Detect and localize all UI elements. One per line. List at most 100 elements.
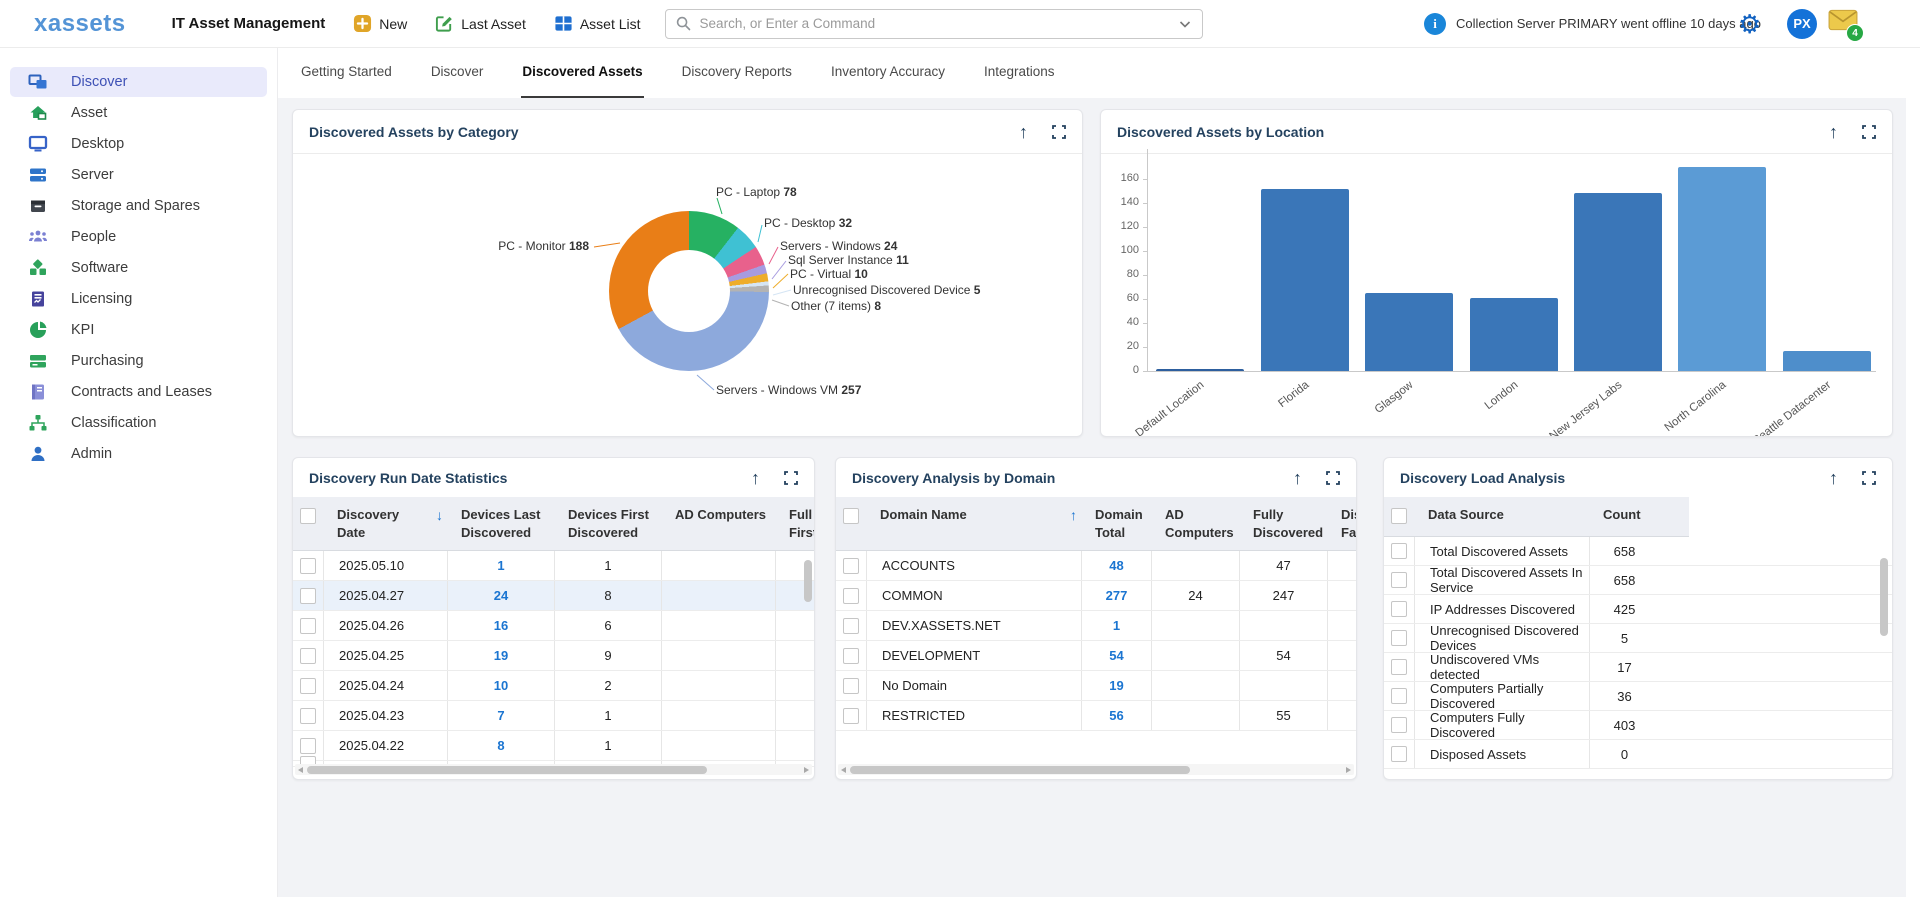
collapse-arrow-icon[interactable]: ↑ bbox=[1829, 123, 1838, 141]
table-row[interactable]: Total Discovered Assets In Service658 bbox=[1384, 566, 1892, 595]
row-checkbox[interactable] bbox=[300, 738, 316, 754]
sidebar-item-admin[interactable]: Admin bbox=[10, 439, 267, 469]
table-row[interactable]: Total Discovered Assets658 bbox=[1384, 537, 1892, 566]
avatar[interactable]: PX bbox=[1787, 9, 1817, 39]
collapse-arrow-icon[interactable]: ↑ bbox=[751, 469, 760, 487]
table-row[interactable]: IP Addresses Discovered425 bbox=[1384, 595, 1892, 624]
collapse-arrow-icon[interactable]: ↑ bbox=[1019, 123, 1028, 141]
row-checkbox[interactable] bbox=[300, 588, 316, 604]
expand-icon[interactable] bbox=[784, 471, 798, 485]
row-checkbox[interactable] bbox=[1391, 630, 1407, 646]
row-checkbox[interactable] bbox=[843, 708, 859, 724]
sidebar-item-desktop[interactable]: Desktop bbox=[10, 129, 267, 159]
table-row[interactable]: 2025.04.2281 bbox=[293, 731, 814, 761]
row-checkbox[interactable] bbox=[1391, 688, 1407, 704]
link-value[interactable]: 7 bbox=[497, 708, 504, 723]
bar-new-jersey-labs[interactable] bbox=[1574, 193, 1662, 371]
sidebar-item-licensing[interactable]: Licensing bbox=[10, 284, 267, 314]
row-checkbox[interactable] bbox=[1391, 746, 1407, 762]
chevron-down-icon[interactable] bbox=[1178, 17, 1192, 31]
bar-glasgow[interactable] bbox=[1365, 293, 1453, 371]
gear-icon[interactable]: ⚙ bbox=[1738, 11, 1761, 37]
link-value[interactable]: 19 bbox=[494, 648, 508, 663]
vertical-scrollbar-thumb[interactable] bbox=[804, 560, 812, 602]
row-checkbox[interactable] bbox=[843, 678, 859, 694]
column-header[interactable]: Domain Total bbox=[1081, 497, 1151, 550]
new-button[interactable]: New bbox=[353, 14, 407, 33]
collapse-arrow-icon[interactable]: ↑ bbox=[1829, 469, 1838, 487]
row-checkbox[interactable] bbox=[843, 558, 859, 574]
table-row[interactable]: Disposed Assets0 bbox=[1384, 740, 1892, 769]
expand-icon[interactable] bbox=[1326, 471, 1340, 485]
command-search[interactable] bbox=[665, 9, 1203, 39]
tab-discovery-reports[interactable]: Discovery Reports bbox=[681, 47, 793, 98]
row-checkbox[interactable] bbox=[843, 618, 859, 634]
column-header[interactable]: Data Source bbox=[1414, 497, 1589, 536]
tab-inventory-accuracy[interactable]: Inventory Accuracy bbox=[830, 47, 946, 98]
horizontal-scrollbar[interactable] bbox=[838, 764, 1354, 775]
expand-icon[interactable] bbox=[1052, 125, 1066, 139]
row-checkbox[interactable] bbox=[300, 508, 316, 524]
table-row[interactable]: DEVELOPMENT5454 bbox=[836, 641, 1356, 671]
donut-chart[interactable] bbox=[609, 211, 769, 371]
link-value[interactable]: 10 bbox=[494, 678, 508, 693]
bar-north-carolina[interactable] bbox=[1678, 167, 1766, 371]
link-value[interactable]: 1 bbox=[1113, 618, 1120, 633]
table-row[interactable]: DEV.XASSETS.NET1 bbox=[836, 611, 1356, 641]
column-header[interactable]: Devices First Discovered bbox=[554, 497, 661, 550]
row-checkbox[interactable] bbox=[1391, 572, 1407, 588]
bar-default-location[interactable] bbox=[1156, 369, 1244, 371]
sidebar-item-purchasing[interactable]: Purchasing bbox=[10, 346, 267, 376]
horizontal-scrollbar-thumb[interactable] bbox=[850, 766, 1190, 774]
bar-seattle-datacenter[interactable] bbox=[1783, 351, 1871, 371]
column-header[interactable]: Fully Discovered bbox=[1239, 497, 1327, 550]
link-value[interactable]: 56 bbox=[1109, 708, 1123, 723]
scroll-left-icon[interactable] bbox=[841, 767, 846, 773]
table-row[interactable]: Unrecognised Discovered Devices5 bbox=[1384, 624, 1892, 653]
table-row[interactable]: 2025.04.2371 bbox=[293, 701, 814, 731]
tab-discover[interactable]: Discover bbox=[430, 47, 485, 98]
sidebar-item-kpi[interactable]: KPI bbox=[10, 315, 267, 345]
mail-icon[interactable]: 4 bbox=[1828, 8, 1858, 32]
column-header[interactable]: Discovery Date↓ bbox=[323, 497, 447, 550]
table-row[interactable]: RESTRICTED5655 bbox=[836, 701, 1356, 731]
horizontal-scrollbar[interactable] bbox=[295, 764, 812, 775]
scroll-right-icon[interactable] bbox=[804, 767, 809, 773]
horizontal-scrollbar-thumb[interactable] bbox=[307, 766, 707, 774]
table-row[interactable]: Computers Partially Discovered36 bbox=[1384, 682, 1892, 711]
row-checkbox[interactable] bbox=[300, 708, 316, 724]
tab-getting-started[interactable]: Getting Started bbox=[300, 47, 393, 98]
column-header[interactable]: Devices Last Discovered bbox=[447, 497, 554, 550]
sidebar-item-storage-and-spares[interactable]: Storage and Spares bbox=[10, 191, 267, 221]
row-checkbox[interactable] bbox=[843, 588, 859, 604]
sidebar-item-discover[interactable]: Discover bbox=[10, 67, 267, 97]
tab-discovered-assets[interactable]: Discovered Assets bbox=[521, 47, 643, 98]
sidebar-item-contracts-and-leases[interactable]: Contracts and Leases bbox=[10, 377, 267, 407]
column-header[interactable]: AD Computers bbox=[1151, 497, 1239, 550]
table-row[interactable]: COMMON27724247 bbox=[836, 581, 1356, 611]
link-value[interactable]: 48 bbox=[1109, 558, 1123, 573]
column-header[interactable]: Domain Name↑ bbox=[866, 497, 1081, 550]
sidebar-item-people[interactable]: People bbox=[10, 222, 267, 252]
vertical-scrollbar-thumb[interactable] bbox=[1880, 558, 1888, 636]
tab-integrations[interactable]: Integrations bbox=[983, 47, 1056, 98]
bar-florida[interactable] bbox=[1261, 189, 1349, 371]
last-asset-button[interactable]: Last Asset bbox=[435, 14, 526, 33]
link-value[interactable]: 24 bbox=[494, 588, 508, 603]
link-value[interactable]: 54 bbox=[1109, 648, 1123, 663]
link-value[interactable]: 16 bbox=[494, 618, 508, 633]
row-checkbox[interactable] bbox=[1391, 717, 1407, 733]
row-checkbox[interactable] bbox=[843, 648, 859, 664]
expand-icon[interactable] bbox=[1862, 125, 1876, 139]
table-row[interactable]: No Domain19 bbox=[836, 671, 1356, 701]
row-checkbox[interactable] bbox=[1391, 508, 1407, 524]
table-row[interactable]: 2025.04.27248 bbox=[293, 581, 814, 611]
link-value[interactable]: 1 bbox=[497, 558, 504, 573]
column-header[interactable]: Dis Fail bbox=[1327, 497, 1356, 550]
asset-list-button[interactable]: Asset List bbox=[554, 14, 641, 33]
collapse-arrow-icon[interactable]: ↑ bbox=[1293, 469, 1302, 487]
column-header[interactable]: Count bbox=[1589, 497, 1659, 536]
table-row[interactable]: 2025.04.25199 bbox=[293, 641, 814, 671]
sidebar-item-software[interactable]: Software bbox=[10, 253, 267, 283]
scroll-right-icon[interactable] bbox=[1346, 767, 1351, 773]
